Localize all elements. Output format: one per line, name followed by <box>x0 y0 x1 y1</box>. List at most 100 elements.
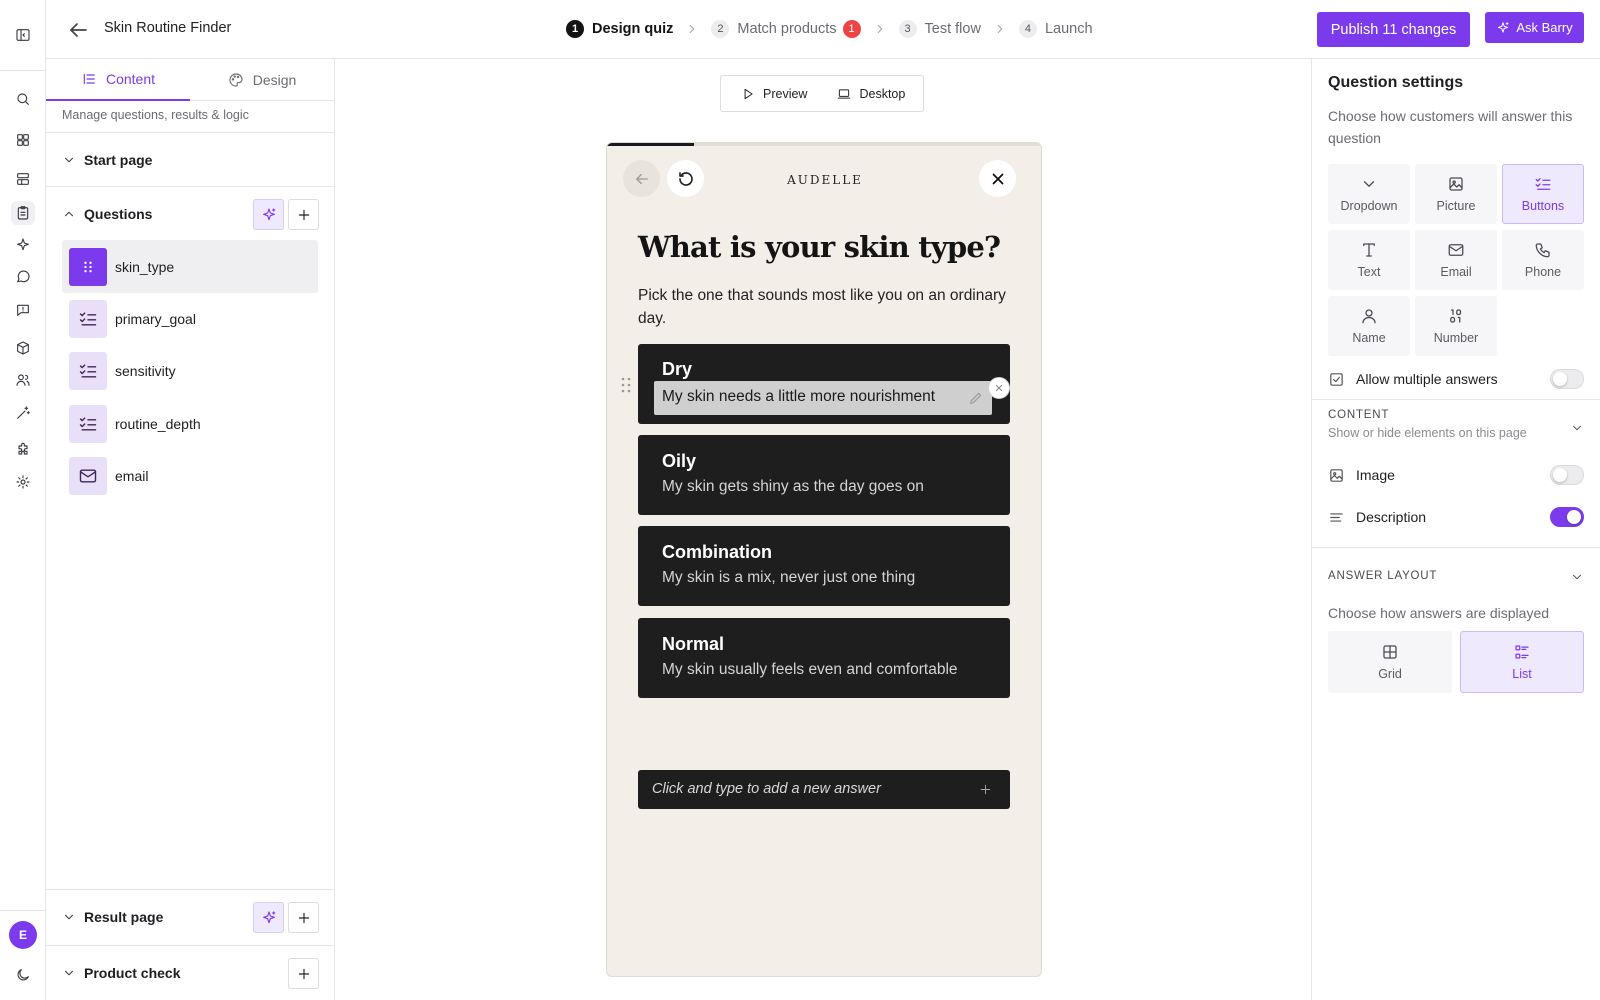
step-label: Launch <box>1044 21 1093 37</box>
settings-gear-icon[interactable] <box>11 470 35 494</box>
layout-option-grid[interactable]: Grid <box>1328 631 1452 693</box>
add-answer-input[interactable]: Click and type to add a new answer <box>638 770 1010 809</box>
answer-option-normal[interactable]: Normal My skin usually feels even and co… <box>638 618 1010 698</box>
tile-label: Phone <box>1524 265 1562 279</box>
layout-icon[interactable] <box>11 167 35 191</box>
drag-grip-icon[interactable] <box>69 247 107 286</box>
ask-barry-button[interactable]: Ask Barry <box>1485 12 1584 43</box>
section-questions[interactable]: Questions <box>46 186 335 240</box>
message-icon[interactable] <box>11 298 35 322</box>
answer-type-name[interactable]: Name <box>1328 296 1410 356</box>
answer-drag-handle-icon[interactable] <box>620 376 632 394</box>
tab-content[interactable]: Content <box>46 59 190 101</box>
publish-button[interactable]: Publish 11 changes <box>1317 12 1470 47</box>
question-label: sensitivity <box>115 362 176 379</box>
answer-type-email[interactable]: Email <box>1415 230 1497 290</box>
sidebar-toggle-icon[interactable] <box>11 23 35 47</box>
step-alert-badge: 1 <box>842 20 861 38</box>
top-header: Skin Routine Finder 1 Design quiz 2 Matc… <box>46 0 1600 59</box>
add-product-check-button[interactable] <box>288 958 319 989</box>
answer-type-text[interactable]: Text <box>1328 230 1410 290</box>
box-icon[interactable] <box>11 336 35 360</box>
content-subcaption: Show or hide elements on this page <box>1328 426 1527 440</box>
question-item-primary-goal[interactable]: primary_goal <box>62 292 318 345</box>
grid-icon <box>1383 645 1397 659</box>
section-divider <box>1312 547 1600 548</box>
dark-mode-moon-icon[interactable] <box>11 963 35 987</box>
step-label: Design quiz <box>592 21 674 37</box>
allow-multiple-toggle[interactable] <box>1550 369 1584 389</box>
pencil-icon[interactable] <box>968 390 984 406</box>
chat-icon[interactable] <box>11 265 35 289</box>
text-icon <box>1363 243 1375 257</box>
ai-generate-button[interactable] <box>253 199 284 230</box>
ai-generate-button[interactable] <box>253 902 284 933</box>
dashboard-icon[interactable] <box>11 128 35 152</box>
layout-option-list[interactable]: List <box>1460 631 1584 693</box>
answer-type-number[interactable]: Number <box>1415 296 1497 356</box>
device-selector[interactable]: Desktop <box>807 87 905 101</box>
chevron-down-icon[interactable] <box>1570 421 1584 435</box>
answer-type-phone[interactable]: Phone <box>1502 230 1584 290</box>
image-toggle[interactable] <box>1550 465 1584 485</box>
section-label: Start page <box>84 151 153 168</box>
tile-label: Dropdown <box>1340 199 1398 213</box>
answer-description-editor[interactable]: My skin needs a little more nourishment <box>654 381 992 415</box>
question-description[interactable]: Pick the one that sounds most like you o… <box>638 284 1008 330</box>
close-icon <box>995 384 1003 392</box>
phone-icon <box>1535 243 1550 258</box>
preview-button[interactable]: Preview <box>721 87 807 101</box>
chevron-down-icon <box>65 914 73 919</box>
answer-option-combination[interactable]: Combination My skin is a mix, never just… <box>638 526 1010 606</box>
question-item-routine-depth[interactable]: routine_depth <box>62 397 318 450</box>
question-item-sensitivity[interactable]: sensitivity <box>62 344 318 397</box>
section-start-page[interactable]: Start page <box>46 132 335 186</box>
section-product-check[interactable]: Product check <box>46 945 335 999</box>
question-label: skin_type <box>115 258 175 275</box>
quiz-clipboard-icon[interactable] <box>11 201 35 225</box>
checklist-icon <box>69 299 107 338</box>
users-icon[interactable] <box>11 368 35 392</box>
quiz-close-button[interactable] <box>979 160 1016 197</box>
avatar[interactable]: E <box>9 921 37 949</box>
image-icon <box>1330 468 1343 482</box>
answer-option-oily[interactable]: Oily My skin gets shiny as the day goes … <box>638 435 1010 515</box>
answer-type-dropdown[interactable]: Dropdown <box>1328 164 1410 224</box>
step-launch[interactable]: 4 Launch <box>1018 20 1093 38</box>
step-test-flow[interactable]: 3 Test flow <box>898 20 981 38</box>
section-label: Product check <box>84 964 181 981</box>
step-match-products[interactable]: 2 Match products 1 <box>711 20 861 38</box>
question-item-skin-type[interactable]: skin_type <box>62 240 318 293</box>
answer-type-picture[interactable]: Picture <box>1415 164 1497 224</box>
tile-label: Grid <box>1378 667 1402 681</box>
chevron-down-icon <box>65 970 73 975</box>
content-panel: Content Design Manage questions, results… <box>46 59 335 1000</box>
answer-type-buttons[interactable]: Buttons <box>1502 164 1584 224</box>
question-item-email[interactable]: email <box>62 449 318 502</box>
puzzle-icon[interactable] <box>11 438 35 462</box>
section-result-page[interactable]: Result page <box>46 889 335 943</box>
play-icon <box>744 88 753 99</box>
chevron-down-icon[interactable] <box>1570 570 1584 584</box>
sparkle-icon <box>262 910 275 923</box>
section-divider <box>1312 399 1600 400</box>
tile-label: Email <box>1440 265 1472 279</box>
add-result-button[interactable] <box>288 902 319 933</box>
answer-title: Combination <box>662 542 772 562</box>
answer-option-dry[interactable]: Dry My skin needs a little more nourishm… <box>638 344 1010 424</box>
description-toggle[interactable] <box>1550 507 1584 527</box>
device-label: Desktop <box>859 86 906 101</box>
search-icon[interactable] <box>11 87 35 111</box>
back-arrow-icon[interactable] <box>66 18 90 42</box>
add-question-button[interactable] <box>288 199 319 230</box>
sparkle-icon <box>262 207 275 220</box>
remove-answer-button[interactable] <box>988 377 1010 399</box>
answer-description: My skin needs a little more nourishment <box>662 388 936 405</box>
sparkle-icon[interactable] <box>11 233 35 257</box>
step-label: Test flow <box>924 21 981 37</box>
question-title[interactable]: What is your skin type? <box>638 230 1001 264</box>
tab-design[interactable]: Design <box>190 59 334 101</box>
step-design-quiz[interactable]: 1 Design quiz <box>566 20 673 38</box>
magic-wand-icon[interactable] <box>11 401 35 425</box>
checkbox-icon <box>1330 372 1343 386</box>
